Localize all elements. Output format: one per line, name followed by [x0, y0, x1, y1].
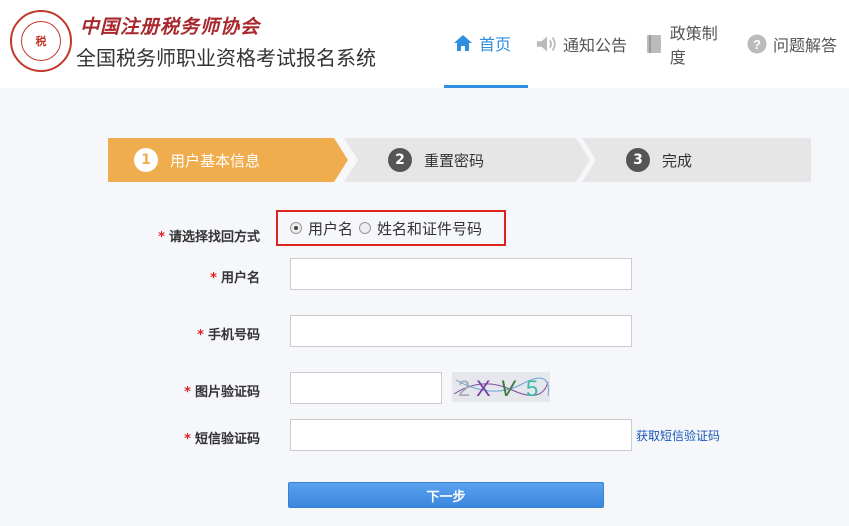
nav-faq[interactable]: ? 问题解答: [738, 0, 846, 88]
nav-home-label: 首页: [479, 34, 512, 54]
step-reset-password: 2 重置密码: [344, 138, 590, 182]
username-label: * 用户名: [150, 267, 260, 286]
org-name: 中国注册税务师协会: [80, 16, 261, 38]
home-icon: [452, 32, 474, 54]
nav-policies[interactable]: 政策制度: [636, 0, 738, 88]
progress-steps: 1 用户基本信息 2 重置密码 3 完成: [108, 138, 811, 182]
logo-glyph: 税: [35, 35, 47, 48]
step-3-number: 3: [626, 148, 650, 172]
sms-code-label: * 短信验证码: [150, 428, 260, 447]
recovery-method-label: * 请选择找回方式: [150, 226, 260, 245]
phone-label-text: 手机号码: [207, 328, 260, 343]
username-input[interactable]: [290, 258, 632, 290]
required-mark: *: [184, 432, 191, 447]
book-icon: [644, 33, 665, 55]
svg-text:2: 2: [458, 376, 470, 401]
speaker-icon: [536, 33, 558, 55]
svg-text:X: X: [476, 376, 491, 401]
step-3-label: 完成: [662, 151, 693, 170]
system-title: 全国税务师职业资格考试报名系统: [76, 46, 376, 70]
required-mark: *: [158, 230, 165, 245]
nav-policies-label: 政策制度: [669, 24, 718, 67]
step-complete: 3 完成: [582, 138, 811, 182]
captcha-image[interactable]: 2 X V 5: [452, 372, 550, 402]
next-step-button[interactable]: 下一步: [288, 482, 604, 508]
phone-input[interactable]: [290, 315, 632, 347]
nav-notices[interactable]: 通知公告: [528, 0, 636, 88]
nav-notices-label: 通知公告: [563, 36, 628, 55]
step-1-number: 1: [134, 148, 158, 172]
get-sms-code-link[interactable]: 获取短信验证码: [636, 427, 720, 444]
image-code-label-text: 图片验证码: [194, 385, 260, 400]
username-label-text: 用户名: [220, 271, 260, 286]
question-icon: ?: [746, 33, 768, 55]
main-nav: 首页 通知公告 政策制度 ? 问题解答: [444, 0, 846, 88]
required-mark: *: [197, 328, 204, 343]
radio-username-button[interactable]: [290, 222, 302, 234]
association-logo: 税: [10, 10, 72, 72]
radio-name-id[interactable]: 姓名和证件号码: [359, 218, 482, 239]
recovery-method-group: 用户名 姓名和证件号码: [276, 210, 506, 246]
step-user-info: 1 用户基本信息: [108, 138, 348, 182]
svg-text:5: 5: [526, 376, 538, 401]
phone-label: * 手机号码: [150, 324, 260, 343]
required-mark: *: [210, 271, 217, 286]
sms-code-input[interactable]: [290, 419, 632, 451]
radio-name-id-button[interactable]: [359, 222, 372, 234]
recovery-method-text: 请选择找回方式: [168, 230, 260, 245]
required-mark: *: [184, 385, 191, 400]
header: 税 中国注册税务师协会 全国税务师职业资格考试报名系统 首页 通知公告 政策制度…: [0, 0, 849, 88]
radio-username-label: 用户名: [308, 219, 354, 238]
radio-username[interactable]: 用户名: [290, 218, 353, 239]
step-2-number: 2: [388, 148, 412, 172]
nav-home[interactable]: 首页: [444, 0, 528, 88]
svg-text:V: V: [500, 376, 517, 401]
image-code-label: * 图片验证码: [150, 381, 260, 400]
logo-emblem: 税: [21, 21, 61, 61]
image-code-input[interactable]: [290, 372, 442, 404]
step-1-label: 用户基本信息: [170, 151, 261, 170]
nav-faq-label: 问题解答: [773, 36, 838, 55]
sms-code-label-text: 短信验证码: [194, 432, 260, 447]
step-2-label: 重置密码: [424, 151, 485, 170]
radio-name-id-label: 姓名和证件号码: [377, 219, 483, 238]
svg-text:?: ?: [753, 37, 761, 52]
